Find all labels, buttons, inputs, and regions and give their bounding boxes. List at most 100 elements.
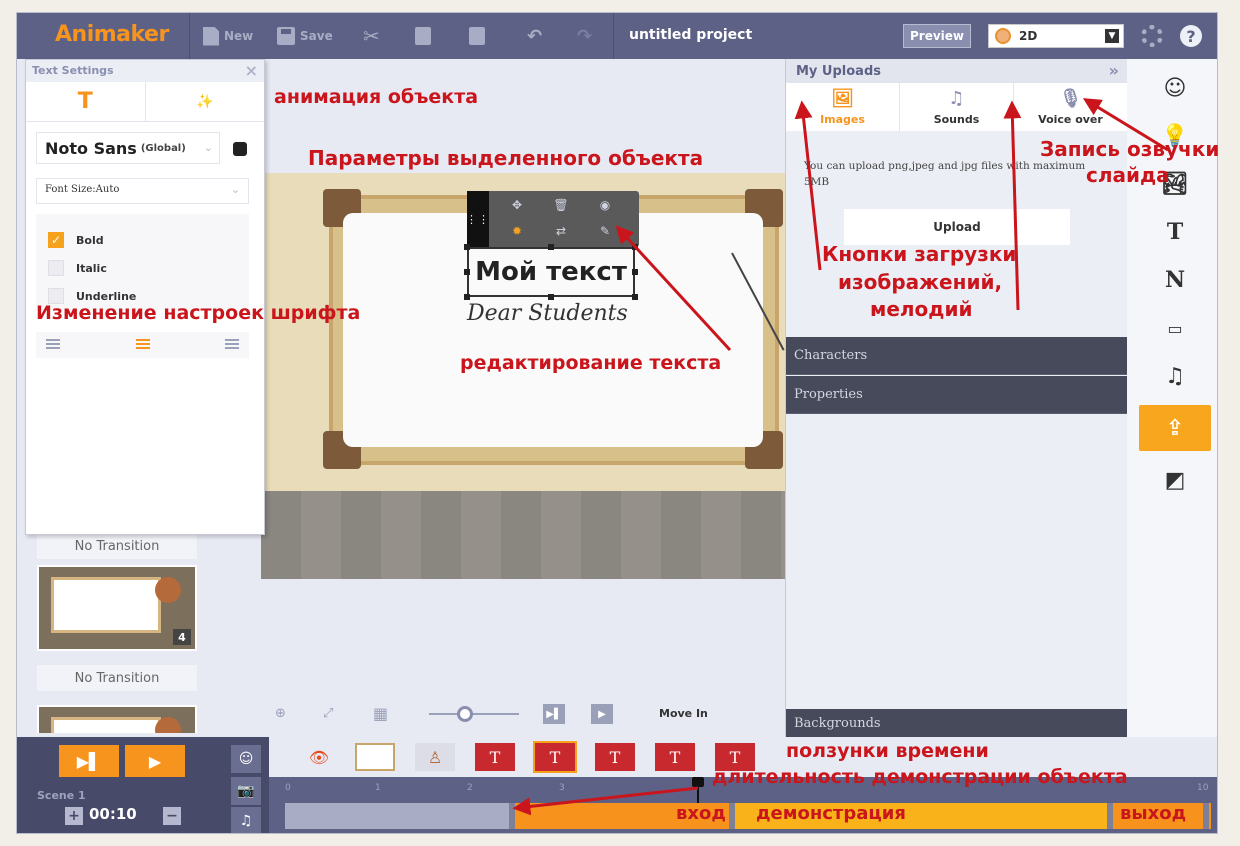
tab-sounds[interactable]: ♫ Sounds (900, 83, 1014, 131)
section-backgrounds[interactable]: Backgrounds (786, 709, 1128, 739)
stage-canvas[interactable]: ⋮⋮ ✥ 🗑 ◉ ✹ ⇄ ✎ Мой текст Dear Students (261, 173, 785, 579)
thumb-character (155, 577, 181, 603)
checkbox-checked-icon[interactable]: ✓ (48, 232, 64, 248)
play-scene-from-start-button[interactable]: ▶▌ (59, 745, 119, 777)
drag-handle-icon[interactable]: ⋮⋮ (466, 191, 489, 247)
play-scene-button[interactable]: ▶ (125, 745, 185, 777)
undo-button[interactable]: ↶ (527, 26, 542, 47)
section-properties[interactable]: Properties (786, 376, 1128, 414)
redo-button[interactable]: ↷ (577, 25, 593, 47)
playhead[interactable] (692, 777, 704, 805)
cut-button[interactable]: ✂ (363, 24, 380, 48)
effects-icon[interactable]: ▭ (1139, 305, 1211, 351)
font-family-select[interactable]: Noto Sans (Global) ⌄ (36, 132, 220, 164)
grid-icon[interactable]: ▦ (373, 704, 388, 723)
background-icon[interactable]: ◩ (1139, 457, 1211, 503)
eye-icon[interactable]: 👁 (299, 743, 339, 771)
project-title[interactable]: untitled project (629, 27, 752, 43)
resize-handle[interactable] (632, 269, 638, 275)
selected-text-object[interactable]: Мой текст (467, 247, 635, 297)
resize-handle[interactable] (464, 244, 470, 250)
numbers-icon[interactable]: N (1139, 257, 1211, 303)
display-start-slider[interactable] (729, 803, 735, 829)
resize-handle[interactable] (632, 244, 638, 250)
font-size-select[interactable]: Font Size:Auto ⌄ (36, 178, 249, 204)
swap-icon[interactable]: ⇄ (553, 223, 569, 239)
save-button[interactable]: Save (277, 26, 333, 46)
tab-voice-over[interactable]: 🎙 Voice over (1014, 83, 1128, 131)
checkbox-icon[interactable] (48, 260, 64, 276)
delete-icon[interactable]: 🗑 (553, 197, 569, 213)
resize-handle[interactable] (548, 294, 554, 300)
text-align-row (36, 332, 249, 358)
tab-text-settings[interactable]: T (26, 82, 145, 121)
end-time-slider[interactable] (1203, 803, 1209, 829)
text-color-swatch[interactable] (233, 142, 247, 156)
upload-info-text: You can upload png,jpeg and jpg files wi… (804, 160, 1086, 188)
edit-pencil-icon[interactable]: ✎ (597, 223, 613, 239)
preview-button[interactable]: Preview (903, 24, 971, 48)
animation-settings-icon[interactable]: ✹ (509, 223, 525, 239)
slide-thumbnail[interactable] (37, 705, 197, 733)
collapse-icon[interactable]: » (1109, 61, 1119, 80)
upload-icon[interactable]: ⇪ (1139, 405, 1211, 451)
mode-select[interactable]: 2D ▼ (988, 24, 1124, 48)
exit-time-slider[interactable] (1107, 803, 1113, 829)
slide-thumbnail[interactable]: 4 (37, 565, 197, 651)
resize-handle[interactable] (548, 244, 554, 250)
align-center-icon[interactable] (135, 339, 150, 351)
timeline-character-object[interactable]: ♙ (415, 743, 455, 771)
gear-icon[interactable] (1141, 25, 1163, 47)
resize-handle[interactable] (464, 269, 470, 275)
board-script-text[interactable]: Dear Students (467, 301, 628, 326)
play-from-start-icon[interactable]: ▶▌ (543, 704, 565, 724)
zoom-slider-knob[interactable] (457, 706, 473, 722)
annotation-upload-line2: изображений, (838, 270, 1003, 294)
paste-button[interactable] (469, 26, 485, 46)
fullscreen-icon[interactable]: ⤢ (323, 706, 333, 721)
tab-images[interactable]: 🖼 Images (786, 83, 900, 131)
move-icon[interactable]: ✥ (509, 197, 525, 213)
character-icon[interactable]: ☺ (231, 745, 261, 773)
uploads-title: My Uploads (796, 63, 882, 79)
copy-button[interactable] (415, 26, 431, 46)
align-left-icon[interactable] (46, 339, 60, 351)
duration-increase-button[interactable]: + (65, 807, 83, 825)
resize-handle[interactable] (464, 294, 470, 300)
timeline-board-object[interactable] (355, 743, 395, 771)
italic-option[interactable]: Italic (48, 260, 107, 276)
bold-option[interactable]: ✓ Bold (48, 232, 104, 248)
section-characters[interactable]: Characters (786, 337, 1128, 375)
move-in-label[interactable]: Move In (659, 707, 708, 720)
new-button[interactable]: New (203, 26, 253, 46)
camera-icon[interactable]: 📷 (231, 777, 261, 805)
timeline-text-object[interactable]: T (655, 743, 695, 771)
play-icon[interactable]: ▶ (591, 704, 613, 724)
record-icon[interactable]: ◉ (597, 197, 613, 213)
annotation-voice-line2: слайда (1086, 163, 1170, 187)
enter-time-slider[interactable] (509, 803, 515, 829)
upload-button[interactable]: Upload (844, 209, 1070, 245)
paste-icon (469, 27, 485, 45)
text-icon[interactable]: T (1139, 209, 1211, 255)
help-icon[interactable]: ? (1180, 25, 1202, 47)
music-icon[interactable]: ♫ (1139, 353, 1211, 399)
new-document-icon (203, 26, 219, 46)
align-right-icon[interactable] (225, 339, 239, 351)
zoom-slider-track[interactable] (429, 713, 519, 715)
duration-decrease-button[interactable]: − (163, 807, 181, 825)
transition-selector[interactable]: No Transition (37, 665, 197, 691)
thumb-board (51, 577, 161, 633)
timeline-text-object[interactable]: T (475, 743, 515, 771)
close-icon[interactable]: × (245, 61, 258, 80)
music-icon[interactable]: ♫ (231, 807, 261, 833)
transition-selector[interactable]: No Transition (37, 533, 197, 559)
character-icon[interactable]: ☺ (1139, 65, 1211, 111)
timeline-text-object-selected[interactable]: T (533, 741, 577, 773)
tab-animation[interactable]: ✨ (144, 82, 265, 121)
fit-screen-icon[interactable]: ⊕ (275, 706, 286, 721)
timeline-text-object[interactable]: T (595, 743, 635, 771)
music-note-icon: ♫ (948, 88, 965, 109)
resize-handle[interactable] (632, 294, 638, 300)
redo-icon: ↷ (577, 25, 593, 47)
